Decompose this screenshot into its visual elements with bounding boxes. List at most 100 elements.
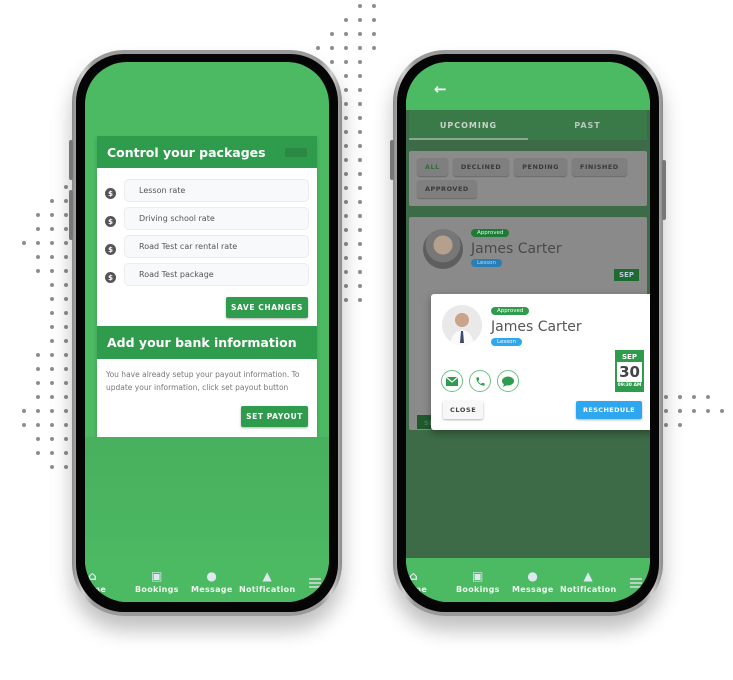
nav-bookings[interactable]: ▣ Bookings bbox=[456, 570, 500, 595]
decorative-dot bbox=[344, 284, 348, 288]
decorative-dot bbox=[344, 130, 348, 134]
phone-button[interactable] bbox=[469, 370, 491, 392]
bank-card-header: Add your bank information bbox=[97, 326, 317, 359]
road-test-package-input[interactable]: Road Test package bbox=[124, 263, 309, 286]
decorative-dot bbox=[50, 465, 54, 469]
set-payout-button[interactable]: SET PAYOUT bbox=[241, 406, 308, 427]
bottom-navigation: ⌂ Home ▣ Bookings ● Message ▲ Notificati… bbox=[406, 558, 650, 602]
decorative-dot bbox=[330, 46, 334, 50]
decorative-dot bbox=[678, 395, 682, 399]
decorative-dot bbox=[64, 353, 68, 357]
decorative-dot bbox=[22, 423, 26, 427]
packages-card-title: Control your packages bbox=[107, 144, 266, 160]
decorative-dot bbox=[316, 46, 320, 50]
decorative-dot bbox=[36, 423, 40, 427]
phone-mockup-right: ← UPCOMING PAST ALL DECLINED PENDING FIN… bbox=[390, 50, 666, 616]
decorative-dot bbox=[64, 423, 68, 427]
email-icon bbox=[446, 376, 458, 386]
decorative-dot bbox=[358, 46, 362, 50]
packages-card: Control your packages $ Lesson rate $ Dr… bbox=[97, 136, 317, 326]
save-changes-button[interactable]: SAVE CHANGES bbox=[226, 297, 308, 318]
menu-icon[interactable] bbox=[630, 578, 642, 590]
decorative-dot bbox=[64, 325, 68, 329]
decorative-dot bbox=[36, 395, 40, 399]
decorative-dot bbox=[330, 60, 334, 64]
decorative-dot bbox=[358, 116, 362, 120]
edit-badge[interactable] bbox=[285, 147, 307, 157]
tab-upcoming[interactable]: UPCOMING bbox=[409, 110, 528, 140]
decorative-dot bbox=[720, 409, 724, 413]
reschedule-button[interactable]: RESCHEDULE bbox=[575, 401, 642, 419]
chat-button[interactable] bbox=[497, 370, 519, 392]
dollar-icon: $ bbox=[105, 272, 116, 283]
decorative-dot bbox=[64, 465, 68, 469]
chat-icon bbox=[502, 376, 514, 387]
booking-detail-modal: Approved James Carter Lesson SEP 30 09:3… bbox=[431, 294, 650, 430]
decorative-dot bbox=[344, 214, 348, 218]
screen-fill bbox=[85, 437, 329, 577]
nav-notification-label: Notification bbox=[560, 585, 617, 594]
filter-finished[interactable]: FINISHED bbox=[572, 158, 627, 176]
road-test-rental-rate-input[interactable]: Road Test car rental rate bbox=[124, 235, 309, 258]
decorative-dot bbox=[36, 213, 40, 217]
decorative-dot bbox=[64, 367, 68, 371]
decorative-dot bbox=[664, 395, 668, 399]
tab-past[interactable]: PAST bbox=[528, 110, 647, 140]
decorative-dot bbox=[344, 270, 348, 274]
date-day: 30 bbox=[619, 363, 640, 381]
filter-all[interactable]: ALL bbox=[417, 158, 448, 176]
calendar-icon: ▣ bbox=[151, 569, 163, 583]
rate-fields: $ Lesson rate $ Driving school rate $ Ro… bbox=[97, 168, 317, 286]
phone-side-button bbox=[390, 140, 394, 180]
phone-side-button bbox=[662, 160, 666, 220]
decorative-dot bbox=[706, 395, 710, 399]
nav-notification[interactable]: ▲ Notification bbox=[239, 570, 295, 595]
decorative-dot bbox=[50, 381, 54, 385]
decorative-dot bbox=[50, 437, 54, 441]
decorative-dot bbox=[344, 18, 348, 22]
decorative-dot bbox=[36, 381, 40, 385]
decorative-dot bbox=[692, 409, 696, 413]
decorative-dot bbox=[344, 200, 348, 204]
arrow-left-icon[interactable]: ← bbox=[434, 80, 447, 98]
decorative-dot bbox=[50, 199, 54, 203]
rate-row: $ Road Test package bbox=[105, 263, 309, 286]
bottom-navigation: ⌂ Home ▣ Bookings ● Message ▲ Notificati… bbox=[85, 558, 329, 602]
decorative-dot bbox=[358, 270, 362, 274]
decorative-dot bbox=[358, 74, 362, 78]
decorative-dot bbox=[358, 4, 362, 8]
decorative-dot bbox=[64, 185, 68, 189]
nav-message[interactable]: ● Message bbox=[191, 570, 233, 595]
menu-icon[interactable] bbox=[309, 578, 321, 590]
email-button[interactable] bbox=[441, 370, 463, 392]
decorative-dot bbox=[358, 102, 362, 106]
close-button[interactable]: CLOSE bbox=[443, 401, 484, 419]
type-badge: Lesson bbox=[491, 338, 522, 346]
decorative-dot bbox=[64, 451, 68, 455]
nav-home[interactable]: ⌂ Home bbox=[406, 570, 427, 595]
filter-approved[interactable]: APPROVED bbox=[417, 180, 477, 198]
decorative-dot bbox=[50, 395, 54, 399]
lesson-rate-input[interactable]: Lesson rate bbox=[124, 179, 309, 202]
nav-message[interactable]: ● Message bbox=[512, 570, 554, 595]
decorative-dot bbox=[50, 339, 54, 343]
decorative-dot bbox=[358, 158, 362, 162]
filter-pending[interactable]: PENDING bbox=[514, 158, 568, 176]
rate-row: $ Road Test car rental rate bbox=[105, 235, 309, 258]
decorative-dot bbox=[50, 325, 54, 329]
decorative-dot bbox=[36, 255, 40, 259]
decorative-dot bbox=[50, 227, 54, 231]
decorative-dot bbox=[50, 283, 54, 287]
nav-notification[interactable]: ▲ Notification bbox=[560, 570, 617, 595]
decorative-dot bbox=[358, 60, 362, 64]
decorative-dot bbox=[692, 395, 696, 399]
nav-bookings[interactable]: ▣ Bookings bbox=[135, 569, 179, 595]
filter-declined[interactable]: DECLINED bbox=[452, 158, 510, 176]
phone-mockup-left: Control your packages $ Lesson rate $ Dr… bbox=[69, 50, 342, 616]
decorative-dot bbox=[36, 241, 40, 245]
dollar-icon: $ bbox=[105, 244, 116, 255]
nav-home[interactable]: ⌂ Home bbox=[85, 570, 106, 595]
decorative-dot bbox=[330, 32, 334, 36]
decorative-dot bbox=[36, 367, 40, 371]
driving-school-rate-input[interactable]: Driving school rate bbox=[124, 207, 309, 230]
